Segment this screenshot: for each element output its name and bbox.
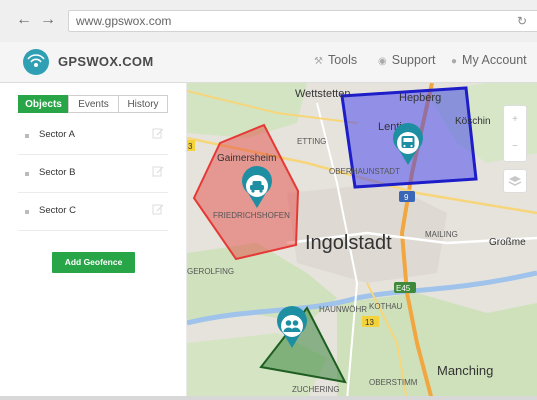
app-header: GPSWOX.COM ⚒ Tools ◉ Support ● My Account: [0, 42, 537, 83]
map-label-haunwohr: HAUNWÖHR: [319, 305, 367, 314]
sidebar-tabs: Objects Events History: [18, 95, 168, 113]
lifebuoy-icon: ◉: [378, 56, 387, 67]
back-arrow-icon[interactable]: ←: [16, 12, 32, 28]
sector-label: Sector A: [39, 129, 75, 140]
map-label-ingolstadt: Ingolstadt: [305, 232, 392, 254]
zoom-control: + −: [503, 105, 527, 162]
sector-label: Sector C: [39, 205, 76, 216]
wrench-icon: ⚒: [314, 56, 323, 67]
sector-row-a[interactable]: Sector A: [18, 116, 168, 155]
add-geofence-button[interactable]: Add Geofence: [52, 252, 135, 273]
map-label-oberhaunstadt: OBERHAUNSTADT: [329, 167, 400, 176]
menu-my-account[interactable]: ● My Account: [451, 53, 527, 67]
map-label-gerolfing: GEROLFING: [187, 267, 234, 276]
map-label-oberstimm: OBERSTIMM: [369, 378, 418, 387]
sector-row-c[interactable]: Sector C: [18, 192, 168, 231]
menu-tools-label: Tools: [327, 53, 358, 67]
map-label-koschin: Köschin: [455, 116, 491, 127]
forward-arrow-icon[interactable]: →: [40, 12, 56, 28]
layers-button[interactable]: [503, 169, 527, 193]
menu-tools[interactable]: ⚒ Tools: [314, 53, 357, 67]
map-canvas[interactable]: Wettstetten Hepberg Lenting Köschin ETTI…: [187, 83, 537, 400]
sidebar: Objects Events History Sector A Sector B…: [0, 83, 186, 400]
tab-history[interactable]: History: [118, 95, 168, 113]
bullet-icon: [25, 172, 29, 176]
menu-support[interactable]: ◉ Support: [378, 53, 436, 67]
tab-objects[interactable]: Objects: [18, 95, 69, 113]
menu-support-label: Support: [391, 53, 436, 67]
road-label-3: 3: [188, 142, 193, 151]
map-park-area: [337, 293, 537, 400]
edit-icon[interactable]: [152, 165, 164, 177]
bullet-icon: [25, 210, 29, 214]
map-label-zuchering: ZUCHERING: [292, 385, 340, 394]
user-icon: ●: [451, 56, 458, 67]
map-label-grossme: Großme: [489, 237, 526, 248]
tab-events[interactable]: Events: [68, 95, 119, 113]
map-label-friedrichshofen: FRIEDRICHSHOFEN: [213, 211, 290, 220]
reload-icon[interactable]: ↻: [517, 14, 527, 28]
layers-icon: [508, 176, 522, 186]
bullet-icon: [25, 134, 29, 138]
menu-my-account-label: My Account: [462, 53, 527, 67]
signal-logo-icon: [23, 49, 49, 75]
zoom-in-button[interactable]: +: [504, 106, 526, 133]
address-bar[interactable]: www.gpswox.com ↻: [68, 10, 537, 32]
browser-toolbar: ← → www.gpswox.com ↻: [0, 0, 537, 43]
map-view[interactable]: Wettstetten Hepberg Lenting Köschin ETTI…: [187, 83, 537, 400]
road-label-e45: E45: [396, 284, 411, 293]
bus-icon: [401, 136, 415, 148]
map-label-manching: Manching: [437, 363, 493, 378]
sector-label: Sector B: [39, 167, 76, 178]
url-text[interactable]: www.gpswox.com: [76, 14, 171, 28]
road-label-9: 9: [404, 193, 409, 202]
sector-row-b[interactable]: Sector B: [18, 154, 168, 193]
map-label-hepberg: Hepberg: [399, 92, 441, 104]
edit-icon[interactable]: [152, 203, 164, 215]
map-label-kothau: KOTHAU: [369, 302, 403, 311]
road-label-13: 13: [365, 318, 374, 327]
map-label-wettstetten: Wettstetten: [295, 88, 350, 100]
bottom-divider: [0, 396, 537, 400]
zoom-out-button[interactable]: −: [504, 133, 526, 160]
map-label-mailing: MAILING: [425, 230, 458, 239]
edit-icon[interactable]: [152, 127, 164, 139]
logo-text[interactable]: GPSWOX.COM: [58, 54, 153, 69]
map-label-gaimersheim: Gaimersheim: [217, 153, 276, 164]
map-label-etting: ETTING: [297, 137, 326, 146]
